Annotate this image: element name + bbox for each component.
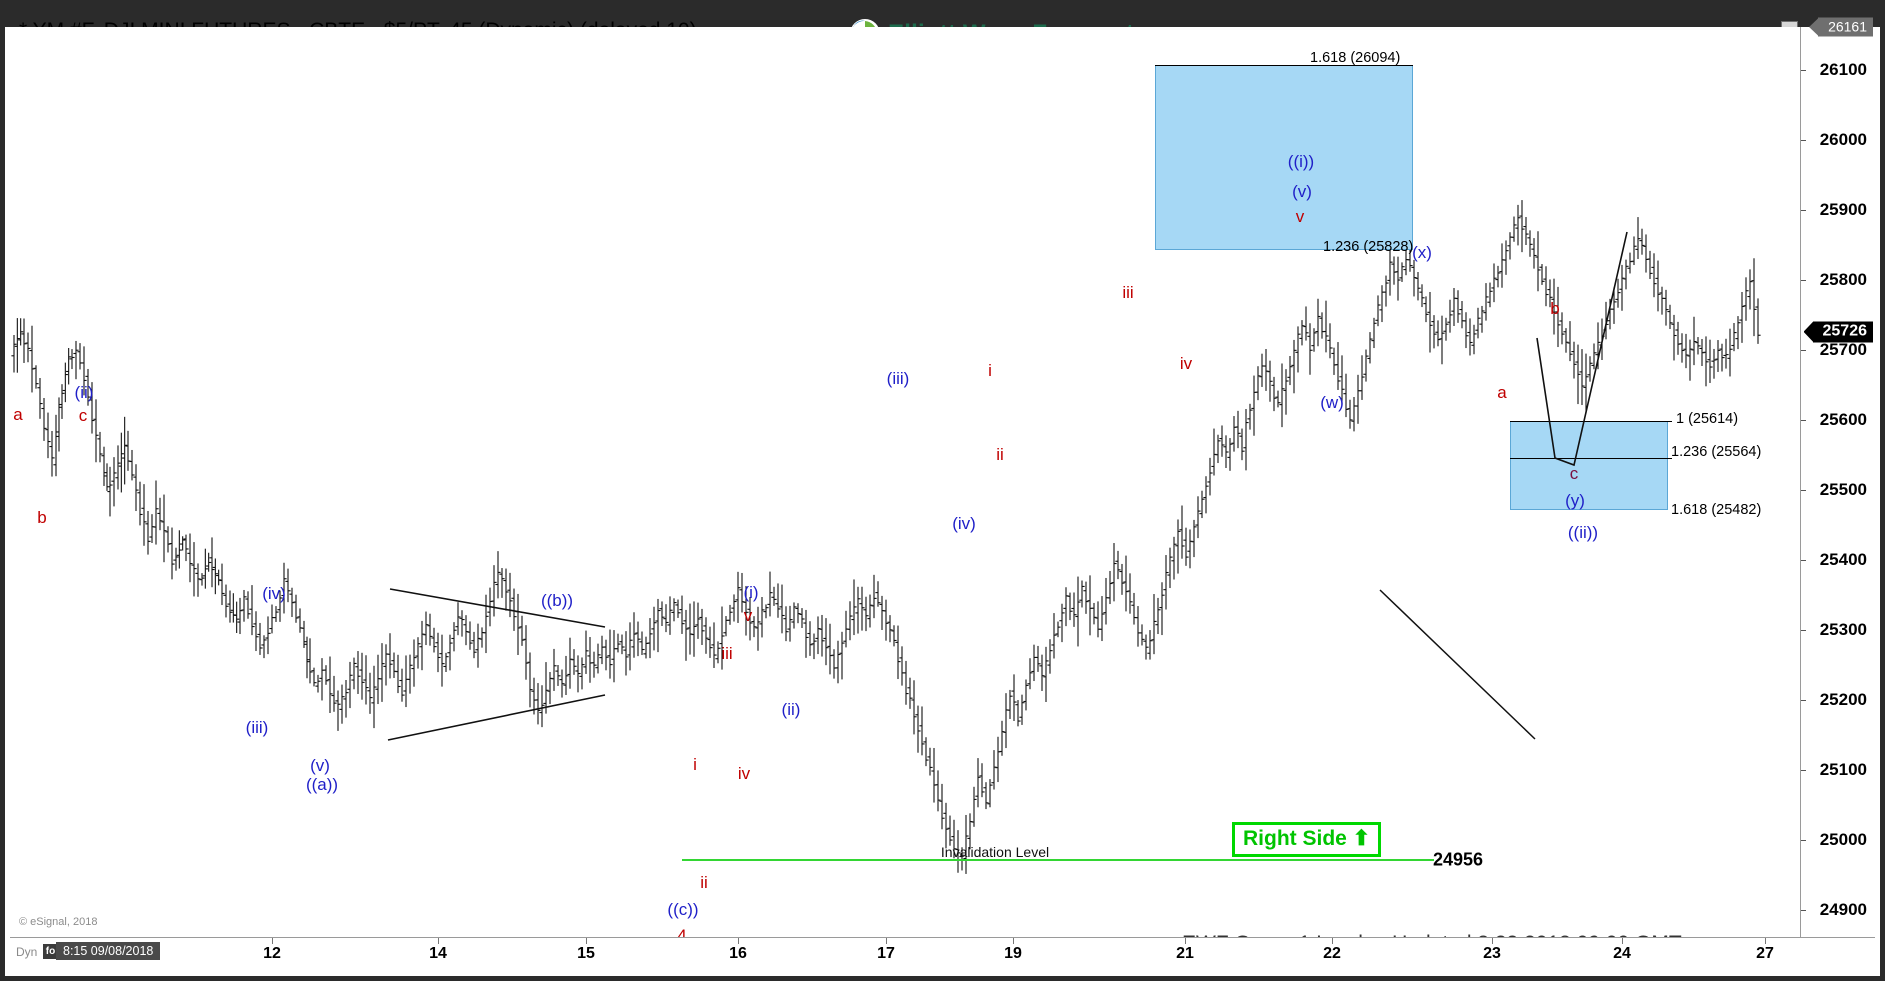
time-tick [1332,938,1333,944]
wave-label: v [1295,207,1305,226]
wave-label: (ii) [781,700,801,719]
wave-label: (iv) [262,584,286,603]
invalidation-label: Invalidation Level [940,844,1050,860]
price-tick [1801,349,1806,351]
wave-label: (iii) [245,718,269,737]
time-tick [438,938,439,944]
time-axis[interactable]: Dyn fo 8:15 09/08/2018 12 14 15 16 17 19 21 22 2… [10,937,1875,971]
wave-label: (ii) [74,383,94,402]
time-tick-label: 17 [877,945,895,962]
price-tick-label: 25000 [1819,830,1867,850]
time-tick-label: 24 [1613,945,1631,962]
time-tick-label: 23 [1483,945,1501,962]
time-tick [1185,938,1186,944]
price-tick-label: 25400 [1819,550,1867,570]
wave-label: (v) [310,756,330,775]
wave-label: (i) [743,583,759,602]
price-tick [1801,770,1806,772]
wave-label: i [988,361,992,380]
wave-label: iv [737,764,751,783]
right-side-badge: Right Side ⬆ [1232,822,1382,857]
wave-label: c [78,406,88,425]
time-tick [1013,938,1014,944]
time-tick-label: 12 [263,945,281,962]
price-tick-label: 25500 [1819,480,1867,500]
wave-label: v [743,606,753,625]
price-tick-label: 26100 [1819,59,1867,79]
wave-label: ii [700,873,708,892]
price-tick [1801,700,1806,702]
wave-label: iii [721,644,733,663]
wave-label: iii [1122,283,1134,302]
time-tick-label: 16 [729,945,747,962]
price-tick [1801,209,1806,211]
time-tick [272,938,273,944]
wave-label: ((i)) [1287,152,1315,171]
price-tick-label: 25900 [1819,199,1867,219]
wave-label: ii [996,445,1004,464]
price-tick [1801,420,1806,421]
price-tick-label: 25100 [1819,760,1867,780]
right-side-label: Right Side [1243,827,1347,850]
price-tick [1801,910,1806,912]
price-tick-label: 26000 [1819,129,1867,149]
wave-label: ((a)) [305,775,339,794]
wave-label: i [693,755,697,774]
timestamp-badge: 8:15 09/08/2018 [56,942,161,960]
price-tick [1801,840,1806,842]
price-tick-label: 25700 [1819,339,1867,359]
time-tick [1765,938,1766,944]
esignal-copyright: © eSignal, 2018 [19,916,98,928]
price-tick-label: 24900 [1819,900,1867,920]
high-price-tag: 26161 [1818,17,1873,37]
price-plot-area[interactable]: 1.618 (26094) 1.236 (25828) 1 (25614) 1.… [10,27,1810,937]
price-tick-label: 25300 [1819,620,1867,640]
wave-label: (x) [1412,243,1432,262]
time-tick [738,938,739,944]
price-tick [1801,490,1806,492]
price-tick [1801,279,1806,281]
invalidation-price: 24956 [1433,849,1484,870]
price-tick [1801,139,1806,141]
time-tick-label: 27 [1756,945,1774,962]
wave-label: (w) [1320,393,1344,412]
invalidation-line [682,859,1434,861]
time-tick-label: 14 [429,945,447,962]
wave-label: ((c)) [667,900,699,919]
time-tick [1622,938,1623,944]
price-tick-label: 25200 [1819,690,1867,710]
time-tick [1492,938,1493,944]
wave-label: (v) [1292,182,1312,201]
time-tick [586,938,587,944]
price-tick-label: 25800 [1819,269,1867,289]
time-tick [886,938,887,944]
price-tick [1801,630,1806,632]
arrow-up-icon: ⬆ [1346,827,1371,850]
time-tick-label: 22 [1323,945,1341,962]
wave-label: 4 [677,926,687,937]
wave-label: a [13,405,23,424]
wave-label: a [1497,383,1507,402]
wave-label: iv [1179,354,1193,373]
wave-label: c [1569,464,1579,483]
dyn-label: Dyn [16,945,38,959]
price-tick [1801,560,1806,562]
price-tick-label: 25600 [1819,410,1867,429]
wave-label: (y) [1565,491,1585,510]
wave-label: ((ii)) [1567,523,1599,542]
wave-label: (iii) [886,369,910,388]
last-price-tag: 25726 [1812,321,1873,343]
triangle-trendlines [387,588,606,741]
wave-label: (iv) [952,514,976,533]
time-tick-label: 21 [1176,945,1194,962]
price-axis[interactable]: 26100 26000 25900 25800 25700 25600 25500 25400… [1800,17,1875,937]
chart-window: * YM #F, DJI MINI FUTURES - CBTE - $5/PT… [0,0,1885,981]
time-tick-label: 15 [577,945,595,962]
wave-label: b [1550,299,1560,318]
price-tick [1801,69,1806,71]
wave-label: ((b)) [540,591,574,610]
time-tick-label: 19 [1004,945,1022,962]
wave-label: b [37,508,47,527]
